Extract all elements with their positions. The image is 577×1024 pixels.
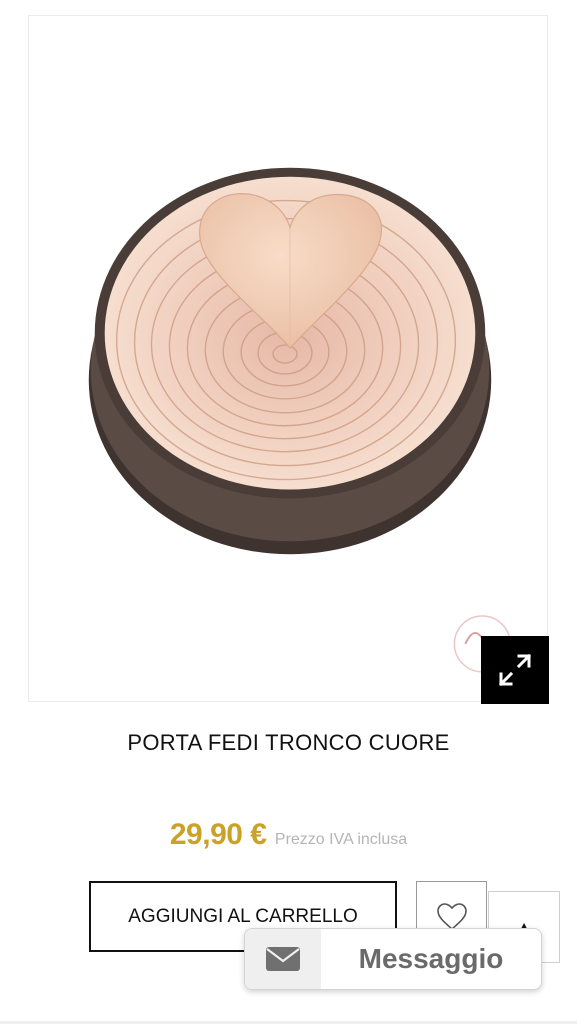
product-image-frame <box>28 15 548 702</box>
product-price: 29,90 € <box>169 818 267 851</box>
vat-note: Prezzo IVA inclusa <box>274 831 408 848</box>
heart-outline-icon <box>436 902 467 930</box>
price-row: 29,90 € Prezzo IVA inclusa <box>0 818 577 852</box>
chat-label: Messaggio <box>358 943 504 974</box>
product-title: PORTA FEDI TRONCO CUORE <box>127 730 450 755</box>
message-icon-box <box>245 929 321 989</box>
chat-message-widget[interactable]: Messaggio <box>244 928 542 990</box>
zoom-button[interactable] <box>481 636 549 704</box>
expand-icon <box>498 653 532 687</box>
product-image[interactable] <box>29 16 547 701</box>
envelope-icon <box>266 947 300 971</box>
